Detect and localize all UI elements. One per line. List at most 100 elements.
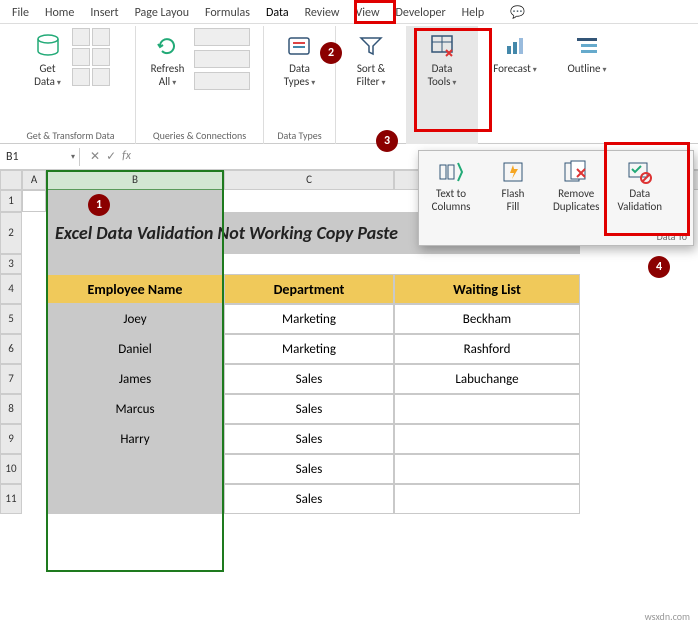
cell-C11[interactable]: Sales xyxy=(224,484,394,514)
remove-duplicates-icon xyxy=(563,159,589,185)
cell-D10[interactable] xyxy=(394,454,580,484)
cell-C6[interactable]: Marketing xyxy=(224,334,394,364)
row-header-9[interactable]: 9 xyxy=(0,424,22,454)
cell-D3[interactable] xyxy=(394,254,580,274)
cancel-icon[interactable]: ✕ xyxy=(90,149,100,164)
col-header-A[interactable]: A xyxy=(22,170,46,190)
refresh-all-button[interactable]: Refresh All xyxy=(145,28,191,92)
group-forecast: Forecast xyxy=(478,26,552,144)
badge-1: 1 xyxy=(88,194,110,216)
cell-B8[interactable]: Marcus xyxy=(46,394,224,424)
cell-B3[interactable] xyxy=(46,254,224,274)
badge-3: 3 xyxy=(376,130,398,152)
menu-insert[interactable]: Insert xyxy=(82,4,126,22)
text-to-columns-icon xyxy=(438,159,464,185)
cell-A9[interactable] xyxy=(22,424,46,454)
cell-D7[interactable]: Labuchange xyxy=(394,364,580,394)
watermark: wsxdn.com xyxy=(645,610,690,623)
cell-C5[interactable]: Marketing xyxy=(224,304,394,334)
cell-B9[interactable]: Harry xyxy=(46,424,224,454)
col-header-B[interactable]: B xyxy=(46,170,224,190)
menu-help[interactable]: Help xyxy=(454,4,493,22)
database-icon xyxy=(34,32,62,60)
row-header-8[interactable]: 8 xyxy=(0,394,22,424)
cell-A8[interactable] xyxy=(22,394,46,424)
fx-icon[interactable]: fx xyxy=(122,149,131,164)
cell-B10[interactable] xyxy=(46,454,224,484)
formula-bar-buttons: ✕ ✓ fx xyxy=(80,149,141,164)
row-header-4[interactable]: 4 xyxy=(0,274,22,304)
cell-A3[interactable] xyxy=(22,254,46,274)
outline-icon xyxy=(573,32,601,60)
sort-filter-button[interactable]: Sort & Filter xyxy=(351,28,392,92)
badge-4: 4 xyxy=(648,256,670,278)
cell-A1[interactable] xyxy=(22,190,46,212)
cell-C7[interactable]: Sales xyxy=(224,364,394,394)
name-box[interactable]: B1 xyxy=(0,148,80,166)
cell-C10[interactable]: Sales xyxy=(224,454,394,484)
menu-pagelayout[interactable]: Page Layou xyxy=(127,4,197,22)
row-header-10[interactable]: 10 xyxy=(0,454,22,484)
menu-bar: File Home Insert Page Layou Formulas Dat… xyxy=(0,0,698,24)
cell-B7[interactable]: James xyxy=(46,364,224,394)
menu-file[interactable]: File xyxy=(4,4,37,22)
cell-B6[interactable]: Daniel xyxy=(46,334,224,364)
menu-view[interactable]: View xyxy=(347,4,387,22)
cell-A7[interactable] xyxy=(22,364,46,394)
cell-rest3 xyxy=(580,254,698,274)
row-header-1[interactable]: 1 xyxy=(0,190,22,212)
cell-A6[interactable] xyxy=(22,334,46,364)
row-header-3[interactable]: 3 xyxy=(0,254,22,274)
menu-comments-icon[interactable]: 💬 xyxy=(502,3,533,22)
text-to-columns-button[interactable]: Text to Columns xyxy=(425,155,477,227)
cell-B11[interactable] xyxy=(46,484,224,514)
forecast-button[interactable]: Forecast xyxy=(487,28,543,79)
get-data-button[interactable]: Get Data xyxy=(28,28,68,92)
remove-duplicates-button[interactable]: Remove Duplicates xyxy=(549,155,603,227)
cell-A5[interactable] xyxy=(22,304,46,334)
get-data-small-icons[interactable] xyxy=(72,28,114,86)
row-header-5[interactable]: 5 xyxy=(0,304,22,334)
col-header-C[interactable]: C xyxy=(224,170,394,190)
cell-rest9 xyxy=(580,424,698,454)
menu-developer[interactable]: Developer xyxy=(388,4,454,22)
row-header-11[interactable]: 11 xyxy=(0,484,22,514)
cell-A10[interactable] xyxy=(22,454,46,484)
menu-formulas[interactable]: Formulas xyxy=(197,4,258,22)
data-types-button[interactable]: Data Types xyxy=(278,28,321,92)
enter-icon[interactable]: ✓ xyxy=(106,149,116,164)
header-department[interactable]: Department xyxy=(224,274,394,304)
cell-A2[interactable] xyxy=(22,212,46,254)
cell-D9[interactable] xyxy=(394,424,580,454)
cell-C9[interactable]: Sales xyxy=(224,424,394,454)
cell-D11[interactable] xyxy=(394,484,580,514)
outline-button[interactable]: Outline xyxy=(561,28,612,79)
group-sortfilter: Sort & Filter xyxy=(336,26,406,144)
header-waiting[interactable]: Waiting List xyxy=(394,274,580,304)
cell-rest8 xyxy=(580,394,698,424)
cell-C1[interactable] xyxy=(224,190,394,212)
row-header-2[interactable]: 2 xyxy=(0,212,22,254)
cell-D5[interactable]: Beckham xyxy=(394,304,580,334)
menu-home[interactable]: Home xyxy=(37,4,82,22)
header-emp-name[interactable]: Employee Name xyxy=(46,274,224,304)
cell-rest4 xyxy=(580,274,698,304)
group-get-transform: Get Data Get & Transform Data xyxy=(6,26,136,144)
cell-C3[interactable] xyxy=(224,254,394,274)
queries-small-icons[interactable] xyxy=(194,28,254,92)
cell-D6[interactable]: Rashford xyxy=(394,334,580,364)
data-tools-button[interactable]: Data Tools xyxy=(422,28,463,92)
cell-A11[interactable] xyxy=(22,484,46,514)
data-validation-button[interactable]: Data Validation xyxy=(613,155,666,227)
row-header-7[interactable]: 7 xyxy=(0,364,22,394)
cell-A4[interactable] xyxy=(22,274,46,304)
cell-C8[interactable]: Sales xyxy=(224,394,394,424)
menu-data[interactable]: Data xyxy=(258,4,297,22)
menu-review[interactable]: Review xyxy=(297,4,348,22)
select-all-corner[interactable] xyxy=(0,170,22,190)
cell-B5[interactable]: Joey xyxy=(46,304,224,334)
cell-D8[interactable] xyxy=(394,394,580,424)
row-header-6[interactable]: 6 xyxy=(0,334,22,364)
cell-B1[interactable] xyxy=(46,190,224,212)
flash-fill-button[interactable]: Flash Fill xyxy=(487,155,539,227)
